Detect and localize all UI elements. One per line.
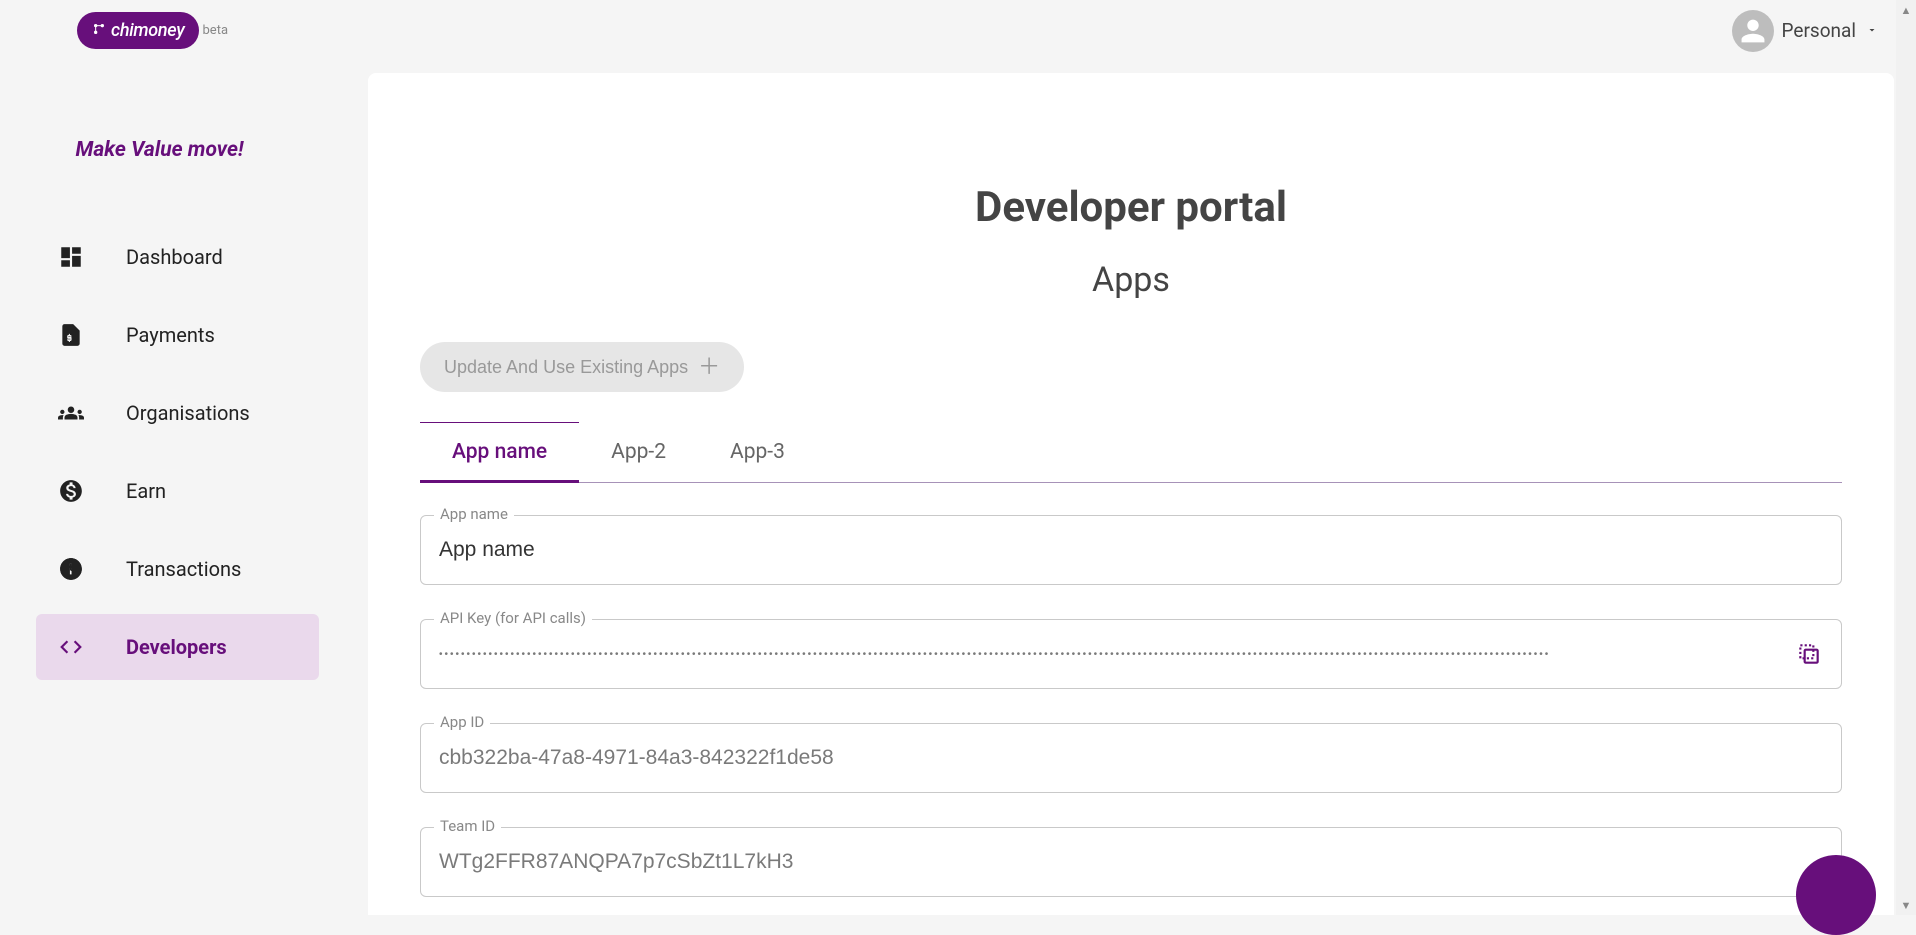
tab-app-2[interactable]: App-2 bbox=[579, 422, 698, 482]
field-input-wrap bbox=[420, 515, 1842, 585]
organisations-icon bbox=[58, 400, 84, 426]
app-form: App name API Key (for API calls) App ID bbox=[420, 515, 1842, 897]
sidebar-item-label: Dashboard bbox=[126, 245, 223, 269]
copy-api-key-button[interactable] bbox=[1796, 640, 1823, 668]
app-header: chimoney beta Personal bbox=[0, 0, 1916, 61]
sidebar-item-label: Transactions bbox=[126, 557, 241, 581]
page-title: Developer portal bbox=[368, 183, 1894, 232]
sidebar-item-earn[interactable]: Earn bbox=[36, 458, 319, 524]
nav-list: Dashboard Payments Organisations Earn Tr bbox=[0, 224, 319, 680]
field-label: App ID bbox=[434, 713, 490, 731]
sidebar: Make Value move! Dashboard Payments Orga… bbox=[0, 90, 368, 915]
account-switcher[interactable]: Personal bbox=[1732, 10, 1878, 52]
beta-badge: beta bbox=[203, 23, 229, 38]
logo-text: chimoney bbox=[111, 20, 185, 41]
chevron-down-icon bbox=[1866, 21, 1878, 40]
tab-label: App name bbox=[452, 440, 547, 464]
update-button-label: Update And Use Existing Apps bbox=[444, 357, 688, 378]
main-content: Developer portal Apps Update And Use Exi… bbox=[368, 73, 1894, 915]
user-icon bbox=[1739, 17, 1767, 45]
app-tabs: App name App-2 App-3 bbox=[420, 422, 1842, 483]
logo: chimoney bbox=[77, 12, 199, 49]
app-id-input[interactable] bbox=[439, 746, 1823, 770]
field-input-wrap bbox=[420, 827, 1842, 897]
tagline: Make Value move! bbox=[0, 138, 319, 162]
logo-container[interactable]: chimoney beta bbox=[77, 12, 228, 49]
field-app-name: App name bbox=[420, 515, 1842, 585]
logo-mark-icon bbox=[91, 21, 107, 41]
payments-icon bbox=[58, 322, 84, 348]
scroll-down-icon[interactable]: ▼ bbox=[1896, 895, 1916, 915]
team-id-input[interactable] bbox=[439, 850, 1823, 874]
account-name: Personal bbox=[1782, 19, 1856, 42]
earn-icon bbox=[58, 478, 84, 504]
field-team-id: Team ID bbox=[420, 827, 1842, 897]
page-subtitle: Apps bbox=[368, 260, 1894, 300]
tab-label: App-3 bbox=[730, 440, 785, 464]
dashboard-icon bbox=[58, 244, 84, 270]
transactions-icon bbox=[58, 556, 84, 582]
sidebar-item-dashboard[interactable]: Dashboard bbox=[36, 224, 319, 290]
tab-app-name[interactable]: App name bbox=[420, 422, 579, 482]
sidebar-item-label: Organisations bbox=[126, 401, 250, 425]
field-label: Team ID bbox=[434, 817, 501, 835]
sidebar-item-payments[interactable]: Payments bbox=[36, 302, 319, 368]
api-key-input[interactable] bbox=[439, 649, 1786, 660]
plus-icon: ＋ bbox=[698, 356, 720, 378]
sidebar-item-label: Developers bbox=[126, 635, 227, 659]
copy-icon bbox=[1796, 641, 1822, 667]
sidebar-item-label: Earn bbox=[126, 479, 166, 503]
window-scrollbar[interactable]: ▲ ▼ bbox=[1896, 0, 1916, 915]
tab-app-3[interactable]: App-3 bbox=[698, 422, 817, 482]
field-input-wrap bbox=[420, 723, 1842, 793]
scroll-up-icon[interactable]: ▲ bbox=[1896, 0, 1916, 20]
field-api-key: API Key (for API calls) bbox=[420, 619, 1842, 689]
avatar bbox=[1732, 10, 1774, 52]
sidebar-item-transactions[interactable]: Transactions bbox=[36, 536, 319, 602]
field-label: App name bbox=[434, 505, 514, 523]
tab-label: App-2 bbox=[611, 440, 666, 464]
sidebar-item-organisations[interactable]: Organisations bbox=[36, 380, 319, 446]
update-existing-apps-button[interactable]: Update And Use Existing Apps ＋ bbox=[420, 342, 744, 392]
field-app-id: App ID bbox=[420, 723, 1842, 793]
sidebar-item-developers[interactable]: Developers bbox=[36, 614, 319, 680]
chat-fab[interactable] bbox=[1796, 855, 1876, 935]
sidebar-item-label: Payments bbox=[126, 323, 215, 347]
developers-icon bbox=[58, 634, 84, 660]
app-name-input[interactable] bbox=[439, 538, 1823, 562]
field-label: API Key (for API calls) bbox=[434, 609, 592, 627]
field-input-wrap bbox=[420, 619, 1842, 689]
